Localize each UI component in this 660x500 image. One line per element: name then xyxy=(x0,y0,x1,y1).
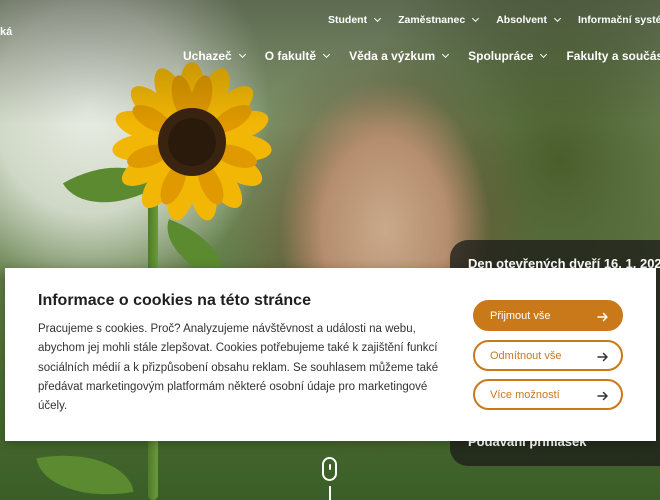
reject-all-label: Odmítnout vše xyxy=(490,349,562,362)
main-nav-fakulty-a-soucasti[interactable]: Fakulty a součásti xyxy=(566,49,660,63)
main-nav-label: O fakultě xyxy=(264,49,317,63)
main-nav-label: Uchazeč xyxy=(183,49,232,63)
cookie-title: Informace o cookies na této stránce xyxy=(38,292,311,309)
top-nav-student[interactable]: Student xyxy=(328,14,382,26)
arrow-right-icon xyxy=(597,391,608,401)
main-nav-label: Věda a výzkum xyxy=(349,49,436,63)
main-nav-label: Fakulty a součásti xyxy=(566,49,660,63)
main-nav-spoluprace[interactable]: Spolupráce xyxy=(468,49,548,63)
main-nav-label: Spolupráce xyxy=(468,49,534,63)
main-nav-uchazec[interactable]: Uchazeč xyxy=(183,49,246,63)
chevron-down-icon xyxy=(442,50,450,59)
chevron-down-icon xyxy=(553,14,562,23)
chevron-down-icon xyxy=(323,50,331,59)
main-nav: Uchazeč O fakultě Věda a výzkum Spoluprá… xyxy=(183,49,660,63)
top-nav-label: Student xyxy=(328,14,368,26)
reject-all-button[interactable]: Odmítnout vše xyxy=(473,340,623,371)
chevron-down-icon xyxy=(374,14,382,23)
arrow-right-icon xyxy=(597,312,608,322)
top-nav: Student Zaměstnanec Absolvent Informační… xyxy=(328,14,660,26)
more-options-label: Více možností xyxy=(490,388,560,401)
accept-all-label: Přijmout vše xyxy=(490,309,551,322)
cookie-text: Pracujeme s cookies. Proč? Analyzujeme n… xyxy=(38,323,439,413)
more-options-button[interactable]: Více možností xyxy=(473,379,623,410)
main-nav-o-fakulte[interactable]: O fakultě xyxy=(264,49,331,63)
cookie-banner: Informace o cookies na této stránce Prac… xyxy=(5,268,656,441)
accept-all-button[interactable]: Přijmout vše xyxy=(473,300,623,331)
top-nav-label: Zaměstnanec xyxy=(398,14,466,26)
scroll-mouse-icon[interactable] xyxy=(322,457,337,481)
chevron-down-icon xyxy=(472,14,480,23)
top-nav-zamestnanec[interactable]: Zaměstnanec xyxy=(398,14,480,26)
top-nav-informacni-systemy[interactable]: Informační systémy xyxy=(578,14,660,26)
arrow-right-icon xyxy=(597,352,608,362)
chevron-down-icon xyxy=(540,50,548,59)
top-nav-absolvent[interactable]: Absolvent xyxy=(496,14,562,26)
scroll-line xyxy=(329,486,331,500)
main-nav-veda-a-vyzkum[interactable]: Věda a výzkum xyxy=(349,49,450,63)
brand-fragment[interactable]: ká xyxy=(0,26,12,38)
top-nav-label: Informační systémy xyxy=(577,14,660,26)
chevron-down-icon xyxy=(238,50,246,59)
top-nav-label: Absolvent xyxy=(496,14,547,26)
